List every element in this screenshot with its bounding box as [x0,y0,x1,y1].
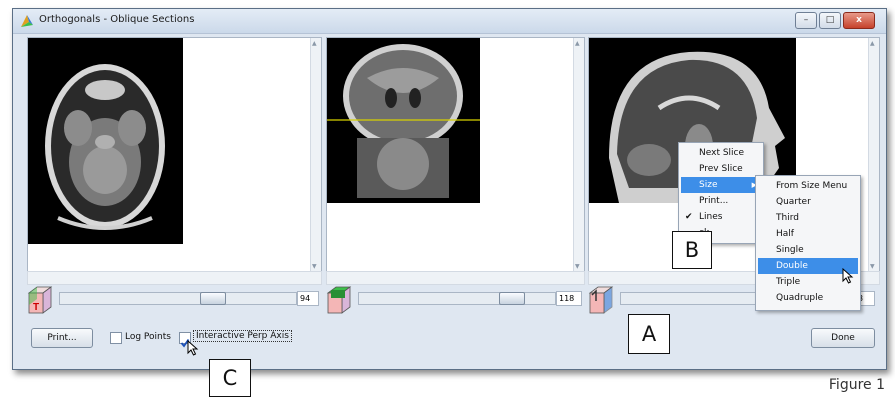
close-button[interactable]: x [843,12,875,29]
callout-a: A [628,314,670,354]
size-submenu: From Size Menu Quarter Third Half Single… [755,175,861,311]
done-button[interactable]: Done [811,328,875,348]
axial-horizontal-scrollbar[interactable] [27,271,322,285]
lines-check-icon: ✔ [685,212,693,222]
coronal-vertical-scrollbar[interactable]: ▲ ▼ [573,38,584,272]
axial-mri-image [28,38,183,244]
interactive-perp-axis-label[interactable]: Interactive Perp Axis [193,330,292,342]
maximize-button[interactable]: □ [819,12,841,29]
axial-slider-thumb[interactable] [200,292,226,305]
size-item-quarter[interactable]: Quarter [758,194,858,210]
size-item-from-size-menu[interactable]: From Size Menu [758,178,858,194]
callout-b: B [672,231,712,269]
mouse-cursor-icon [187,340,199,356]
menu-item-lines-label: Lines [699,212,723,222]
coronal-mri-image [327,38,480,203]
size-item-half[interactable]: Half [758,226,858,242]
axial-view-panel[interactable]: ▲ ▼ [27,37,322,273]
menu-item-size[interactable]: Size ▶ [681,177,761,193]
menu-item-print[interactable]: Print... [681,193,761,209]
sagittal-cube-icon[interactable] [588,285,614,315]
log-points-label[interactable]: Log Points [125,332,171,342]
coronal-cube-icon[interactable] [326,285,352,315]
coronal-horizontal-scrollbar[interactable] [326,271,585,285]
app-icon [21,15,33,27]
menu-item-lines[interactable]: ✔ Lines [681,209,761,225]
menu-item-prev-slice[interactable]: Prev Slice [681,161,761,177]
coronal-slider-thumb[interactable] [499,292,525,305]
log-points-checkbox[interactable] [110,332,122,344]
sagittal-vertical-scrollbar[interactable]: ▲ ▼ [868,38,879,272]
submenu-cursor-icon [842,268,854,284]
coronal-slice-slider[interactable] [358,292,556,305]
callout-c: C [209,359,251,397]
size-item-quadruple[interactable]: Quadruple [758,290,858,306]
menu-item-next-slice[interactable]: Next Slice [681,145,761,161]
print-button[interactable]: Print... [31,328,93,348]
size-item-third[interactable]: Third [758,210,858,226]
context-menu: Next Slice Prev Slice Size ▶ Print... ✔ … [678,142,764,244]
figure-caption: Figure 1 [828,377,885,393]
size-item-single[interactable]: Single [758,242,858,258]
cube-label-t: T [33,302,39,313]
axial-vertical-scrollbar[interactable]: ▲ ▼ [310,38,321,272]
axial-slice-slider[interactable] [59,292,297,305]
window-title: Orthogonals - Oblique Sections [39,14,195,25]
axial-slice-number[interactable]: 94 [297,291,319,306]
coronal-view-panel[interactable]: ▲ ▼ [326,37,585,273]
minimize-button[interactable]: – [795,12,817,29]
coronal-slice-number[interactable]: 118 [556,291,582,306]
title-bar[interactable]: Orthogonals - Oblique Sections – □ x [13,9,886,34]
menu-item-size-label: Size [699,180,718,190]
axial-cube-icon[interactable]: T [27,285,53,315]
